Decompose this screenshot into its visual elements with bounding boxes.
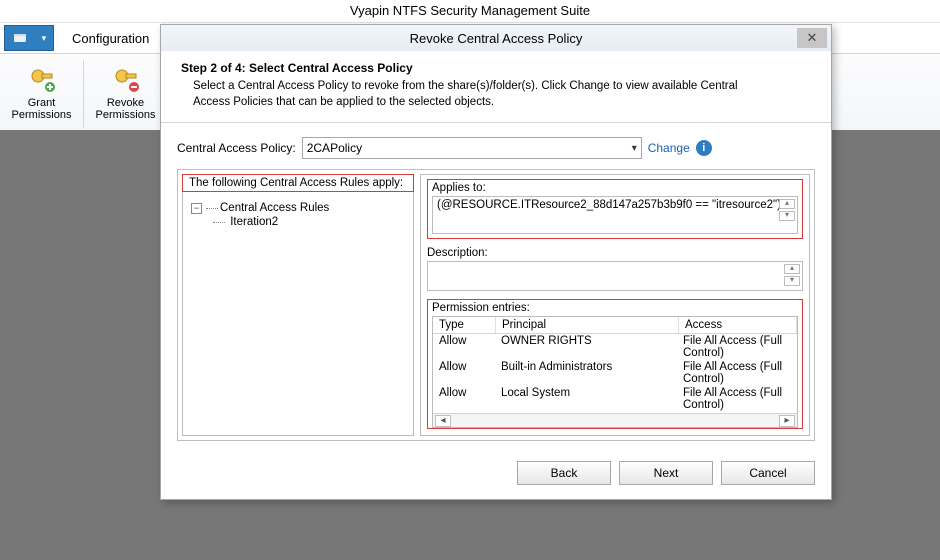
- table-header: Type Principal Access: [433, 317, 797, 334]
- description-box: ▴ ▾: [427, 261, 803, 291]
- description-label: Description:: [427, 247, 803, 259]
- cancel-button[interactable]: Cancel: [721, 461, 815, 485]
- grant-permissions-button[interactable]: Grant Permissions: [6, 58, 77, 124]
- table-row[interactable]: Allow Built-in Administrators File All A…: [433, 360, 797, 386]
- horizontal-scrollbar[interactable]: ◂ ▸: [433, 413, 797, 427]
- applies-to-value: (@RESOURCE.ITResource2_88d147a257b3b9f0 …: [437, 199, 781, 211]
- spin-down-icon[interactable]: ▾: [779, 211, 795, 221]
- description-spinner[interactable]: ▴ ▾: [784, 264, 800, 286]
- tree-collapse-icon[interactable]: −: [191, 203, 202, 214]
- policy-value: 2CAPolicy: [307, 141, 362, 155]
- col-principal[interactable]: Principal: [496, 317, 679, 333]
- grant-permissions-label: Grant Permissions: [9, 97, 74, 121]
- permission-table[interactable]: Type Principal Access Allow OWNER RIGHTS…: [432, 316, 798, 428]
- details-panel: Applies to: (@RESOURCE.ITResource2_88d14…: [420, 174, 810, 436]
- scroll-right-icon[interactable]: ▸: [779, 415, 795, 427]
- table-row[interactable]: Allow OWNER RIGHTS File All Access (Full…: [433, 334, 797, 360]
- panels: The following Central Access Rules apply…: [177, 169, 815, 441]
- dialog-title: Revoke Central Access Policy: [410, 31, 583, 46]
- tree-child-label: Iteration2: [230, 216, 278, 228]
- key-plus-icon: [9, 61, 74, 97]
- step-description: Select a Central Access Policy to revoke…: [181, 79, 773, 110]
- revoke-permissions-button[interactable]: Revoke Permissions: [90, 58, 161, 124]
- dialog-header: Step 2 of 4: Select Central Access Polic…: [161, 51, 831, 123]
- close-button[interactable]: ✕: [797, 28, 827, 48]
- step-title: Step 2 of 4: Select Central Access Polic…: [181, 61, 815, 75]
- tree-child-node[interactable]: Iteration2: [213, 215, 405, 229]
- tree-root-label: Central Access Rules: [206, 202, 329, 214]
- policy-row: Central Access Policy: 2CAPolicy ▾ Chang…: [177, 137, 815, 159]
- next-button[interactable]: Next: [619, 461, 713, 485]
- rules-tree[interactable]: −Central Access Rules Iteration2: [183, 197, 413, 233]
- revoke-policy-dialog: Revoke Central Access Policy ✕ Step 2 of…: [160, 24, 832, 500]
- spin-up-icon[interactable]: ▴: [779, 199, 795, 209]
- app-window: Vyapin NTFS Security Management Suite ▾ …: [0, 0, 940, 560]
- chevron-down-icon: ▾: [632, 143, 637, 154]
- col-access[interactable]: Access: [679, 317, 797, 333]
- spin-down-icon[interactable]: ▾: [784, 276, 800, 286]
- revoke-permissions-label: Revoke Permissions: [93, 97, 158, 121]
- app-title: Vyapin NTFS Security Management Suite: [0, 0, 940, 23]
- scroll-left-icon[interactable]: ◂: [435, 415, 451, 427]
- app-logo[interactable]: ▾: [4, 25, 54, 51]
- back-button[interactable]: Back: [517, 461, 611, 485]
- spin-up-icon[interactable]: ▴: [784, 264, 800, 274]
- policy-label: Central Access Policy:: [177, 141, 296, 155]
- dialog-footer: Back Next Cancel: [161, 449, 831, 499]
- rules-caption: The following Central Access Rules apply…: [182, 174, 414, 192]
- ribbon-separator: [83, 60, 84, 128]
- key-minus-icon: [93, 61, 158, 97]
- permission-label: Permission entries:: [432, 302, 798, 314]
- description-group: Description: ▴ ▾: [427, 247, 803, 291]
- policy-select[interactable]: 2CAPolicy ▾: [302, 137, 642, 159]
- table-row[interactable]: Allow Local System File All Access (Full…: [433, 386, 797, 412]
- rules-panel: The following Central Access Rules apply…: [182, 174, 414, 436]
- app-logo-icon: [12, 30, 28, 46]
- applies-to-group: Applies to: (@RESOURCE.ITResource2_88d14…: [427, 179, 803, 239]
- applies-to-spinner[interactable]: ▴ ▾: [779, 199, 795, 221]
- tab-configuration[interactable]: Configuration: [58, 23, 164, 53]
- dropdown-icon: ▾: [42, 33, 47, 44]
- info-icon[interactable]: i: [696, 140, 712, 156]
- applies-to-value-box: (@RESOURCE.ITResource2_88d147a257b3b9f0 …: [432, 196, 798, 234]
- permission-group: Permission entries: Type Principal Acces…: [427, 299, 803, 429]
- col-type[interactable]: Type: [433, 317, 496, 333]
- dialog-body: Central Access Policy: 2CAPolicy ▾ Chang…: [161, 123, 831, 449]
- tree-root-node[interactable]: −Central Access Rules: [191, 201, 405, 215]
- close-icon: ✕: [807, 30, 818, 46]
- applies-to-label: Applies to:: [432, 182, 798, 194]
- change-link[interactable]: Change: [648, 141, 690, 155]
- dialog-titlebar[interactable]: Revoke Central Access Policy ✕: [161, 25, 831, 51]
